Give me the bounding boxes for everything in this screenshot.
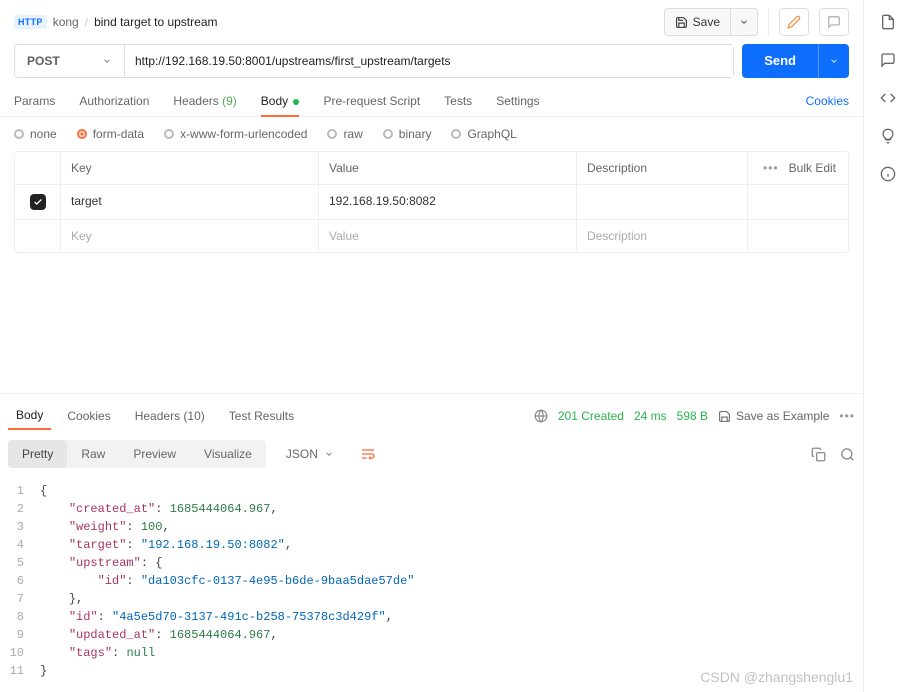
method-select[interactable]: POST (15, 45, 125, 77)
divider (768, 8, 769, 36)
view-raw[interactable]: Raw (67, 440, 119, 468)
tab-params[interactable]: Params (14, 86, 55, 116)
watermark: CSDN @zhangshenglu1 (700, 668, 853, 686)
url-bar: POST Send (0, 44, 863, 78)
send-button-group: Send (742, 44, 849, 78)
ellipsis-icon[interactable]: ••• (763, 161, 779, 175)
body-type-radios: none form-data x-www-form-urlencoded raw… (0, 117, 863, 151)
comments-icon[interactable] (880, 52, 896, 68)
copy-icon[interactable] (811, 447, 826, 462)
new-desc-input[interactable]: Description (577, 220, 748, 252)
save-icon (718, 410, 731, 423)
table-row-new: Key Value Description (15, 219, 848, 252)
comment-icon (827, 15, 841, 29)
row-checkbox[interactable] (30, 194, 46, 210)
send-button[interactable]: Send (742, 44, 818, 78)
tab-headers[interactable]: Headers (9) (173, 86, 236, 116)
view-mode-tabs: Pretty Raw Preview Visualize (8, 440, 266, 468)
edit-button[interactable] (779, 8, 809, 36)
save-button[interactable]: Save (665, 9, 730, 35)
bulk-edit-link[interactable]: Bulk Edit (789, 161, 836, 175)
tab-body[interactable]: Body (261, 86, 300, 116)
new-key-input[interactable]: Key (61, 220, 319, 252)
dot-indicator-icon (293, 99, 299, 105)
tab-authorization[interactable]: Authorization (79, 86, 149, 116)
breadcrumb-sep: / (85, 15, 88, 29)
chevron-down-icon (829, 56, 839, 66)
chevron-down-icon (739, 17, 749, 27)
method-label: POST (27, 54, 60, 68)
json-viewer[interactable]: 1{ 2 "created_at": 1685444064.967, 3 "we… (0, 478, 863, 692)
info-icon[interactable] (880, 166, 896, 182)
save-dropdown[interactable] (730, 9, 757, 35)
right-sidebar (863, 0, 911, 692)
view-preview[interactable]: Preview (119, 440, 190, 468)
view-visualize[interactable]: Visualize (190, 440, 266, 468)
size-badge: 598 B (677, 409, 708, 423)
docs-icon[interactable] (880, 14, 896, 30)
check-icon (33, 197, 43, 207)
resp-tab-test[interactable]: Test Results (221, 403, 302, 429)
tab-settings[interactable]: Settings (496, 86, 539, 116)
topbar: HTTP kong / bind target to upstream Save (0, 8, 863, 44)
radio-urlencoded[interactable]: x-www-form-urlencoded (164, 127, 307, 141)
tab-prerequest[interactable]: Pre-request Script (323, 86, 420, 116)
radio-none[interactable]: none (14, 127, 57, 141)
header-check (15, 152, 61, 184)
cookies-link[interactable]: Cookies (806, 86, 849, 116)
globe-icon[interactable] (534, 409, 548, 423)
request-tabs: Params Authorization Headers (9) Body Pr… (0, 86, 863, 117)
resp-tab-body[interactable]: Body (8, 402, 51, 430)
breadcrumb: HTTP kong / bind target to upstream (14, 15, 217, 29)
comment-button[interactable] (819, 8, 849, 36)
wrap-lines-button[interactable] (354, 440, 382, 468)
url-input[interactable] (125, 45, 733, 77)
table-row: target 192.168.19.50:8082 (15, 184, 848, 219)
row-desc[interactable] (577, 185, 748, 219)
code-icon[interactable] (880, 90, 896, 106)
resp-tab-headers[interactable]: Headers (10) (127, 403, 213, 429)
time-badge: 24 ms (634, 409, 667, 423)
save-label: Save (693, 15, 720, 29)
search-icon[interactable] (840, 447, 855, 462)
radio-graphql[interactable]: GraphQL (451, 127, 516, 141)
header-desc: Description (577, 152, 748, 184)
new-value-input[interactable]: Value (319, 220, 577, 252)
radio-formdata[interactable]: form-data (77, 127, 144, 141)
save-as-example[interactable]: Save as Example (718, 409, 829, 423)
status-badge: 201 Created (558, 409, 624, 423)
row-value[interactable]: 192.168.19.50:8082 (319, 185, 577, 219)
format-select[interactable]: JSON (276, 441, 344, 467)
formdata-table: Key Value Description ••• Bulk Edit targ… (14, 151, 849, 253)
more-actions[interactable]: ••• (839, 409, 855, 423)
header-actions: ••• Bulk Edit (748, 152, 848, 184)
tab-tests[interactable]: Tests (444, 86, 472, 116)
http-badge: HTTP (14, 15, 47, 29)
resp-tab-cookies[interactable]: Cookies (59, 403, 118, 429)
radio-raw[interactable]: raw (327, 127, 362, 141)
breadcrumb-collection[interactable]: kong (53, 15, 79, 29)
header-key: Key (61, 152, 319, 184)
row-key[interactable]: target (61, 185, 319, 219)
response-panel: Body Cookies Headers (10) Test Results 2… (0, 393, 863, 692)
wrap-icon (360, 446, 376, 462)
lightbulb-icon[interactable] (880, 128, 896, 144)
save-icon (675, 16, 688, 29)
save-button-group: Save (664, 8, 758, 36)
view-pretty[interactable]: Pretty (8, 440, 67, 468)
radio-binary[interactable]: binary (383, 127, 432, 141)
chevron-down-icon (324, 449, 334, 459)
breadcrumb-request[interactable]: bind target to upstream (94, 15, 217, 29)
pencil-icon (787, 15, 801, 29)
header-value: Value (319, 152, 577, 184)
chevron-down-icon (102, 56, 112, 66)
send-dropdown[interactable] (818, 44, 849, 78)
